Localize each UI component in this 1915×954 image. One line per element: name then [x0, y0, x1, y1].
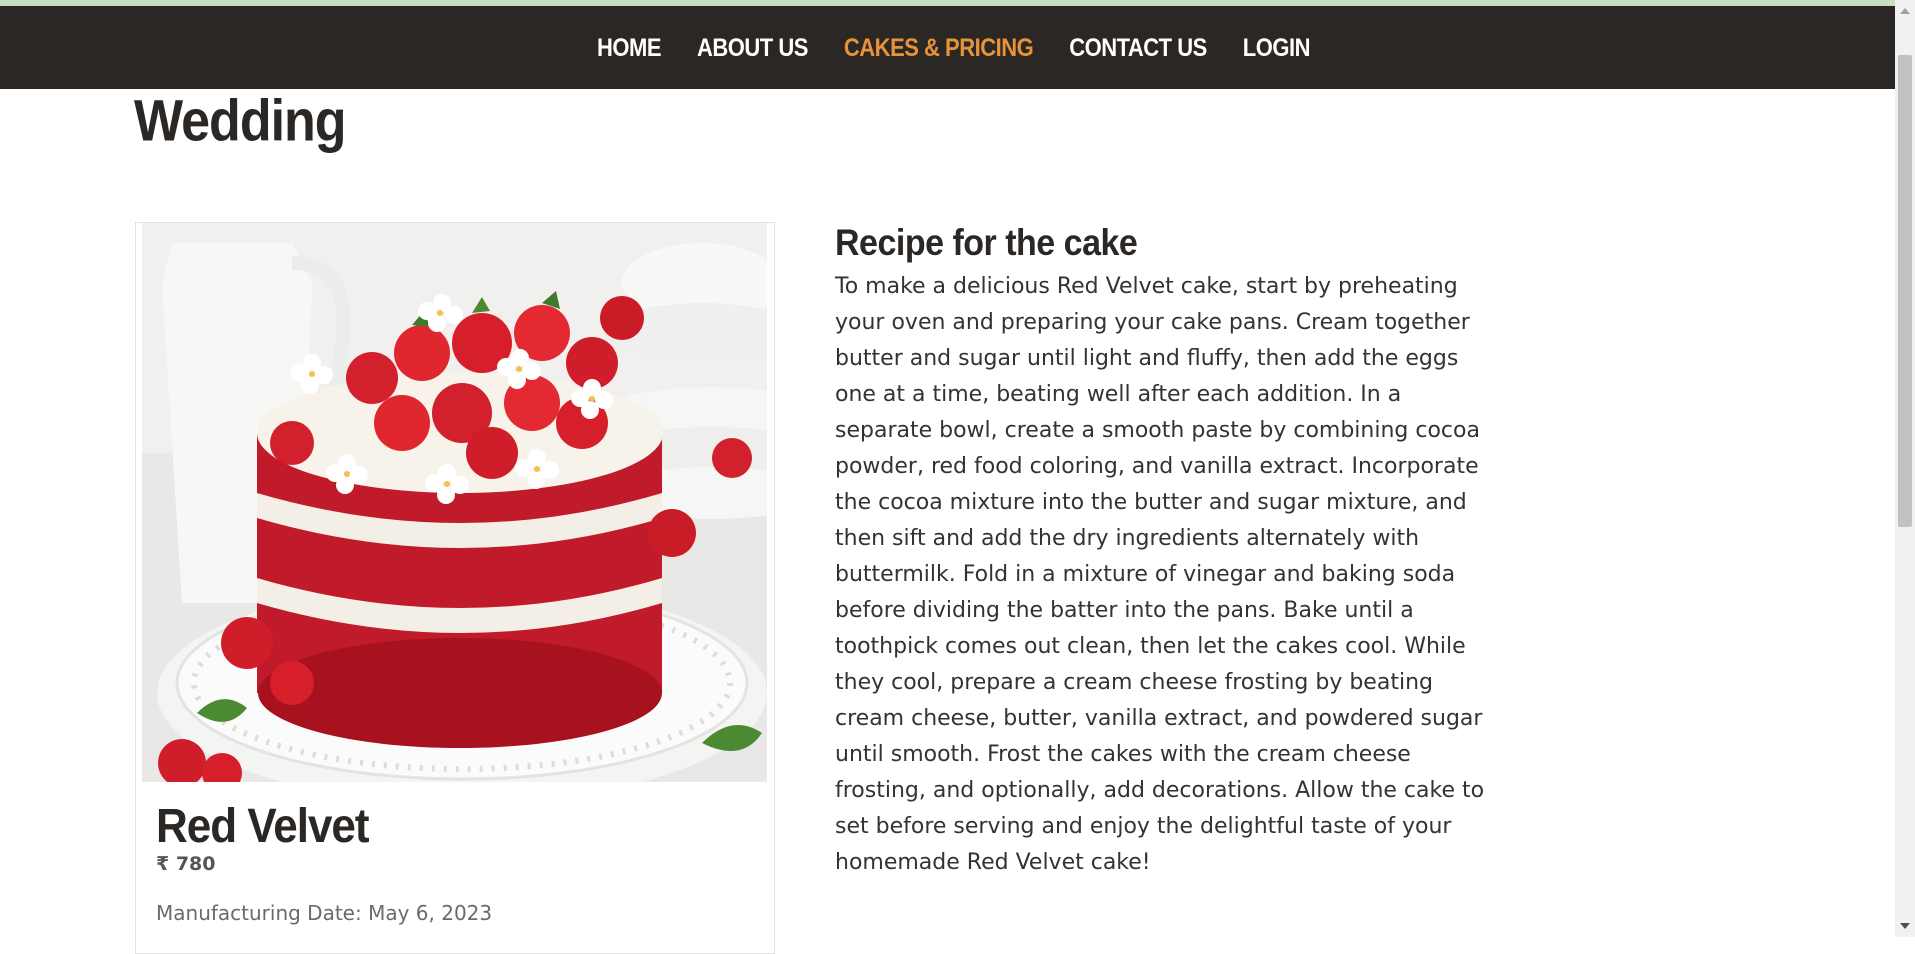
recipe-section: Recipe for the cake To make a delicious … [835, 222, 1485, 881]
main-navbar: HOME ABOUT US CAKES & PRICING CONTACT US… [0, 6, 1895, 89]
nav-link-about-us[interactable]: ABOUT US [697, 33, 808, 62]
page-scrollbar[interactable] [1895, 0, 1915, 937]
nav-link-cakes-pricing[interactable]: CAKES & PRICING [844, 33, 1034, 62]
nav-item-home: HOME [597, 33, 662, 62]
nav-item-contact: CONTACT US [1069, 33, 1207, 62]
nav-link-login[interactable]: LOGIN [1243, 33, 1311, 62]
nav-link-contact-us[interactable]: CONTACT US [1069, 33, 1207, 62]
scroll-up-arrow-icon[interactable] [1900, 8, 1910, 14]
red-velvet-cake-illustration [142, 223, 767, 782]
product-card: Red Velvet ₹ 780 Manufacturing Date: May… [135, 222, 775, 954]
scroll-down-arrow-icon[interactable] [1900, 923, 1910, 929]
nav-item-about: ABOUT US [697, 33, 808, 62]
manufacturing-date: Manufacturing Date: May 6, 2023 [156, 901, 493, 925]
nav-list: HOME ABOUT US CAKES & PRICING CONTACT US… [597, 33, 1311, 62]
recipe-body: To make a delicious Red Velvet cake, sta… [835, 274, 1485, 875]
nav-item-login: LOGIN [1243, 33, 1311, 62]
cake-price: ₹ 780 [156, 853, 216, 875]
recipe-title: Recipe for the cake [835, 222, 1138, 264]
nav-link-home[interactable]: HOME [597, 33, 662, 62]
scroll-thumb[interactable] [1898, 55, 1912, 527]
cake-name: Red Velvet [156, 799, 370, 853]
nav-item-cakes: CAKES & PRICING [844, 33, 1034, 62]
page-title: Wedding [134, 89, 347, 155]
cake-image [142, 223, 767, 782]
